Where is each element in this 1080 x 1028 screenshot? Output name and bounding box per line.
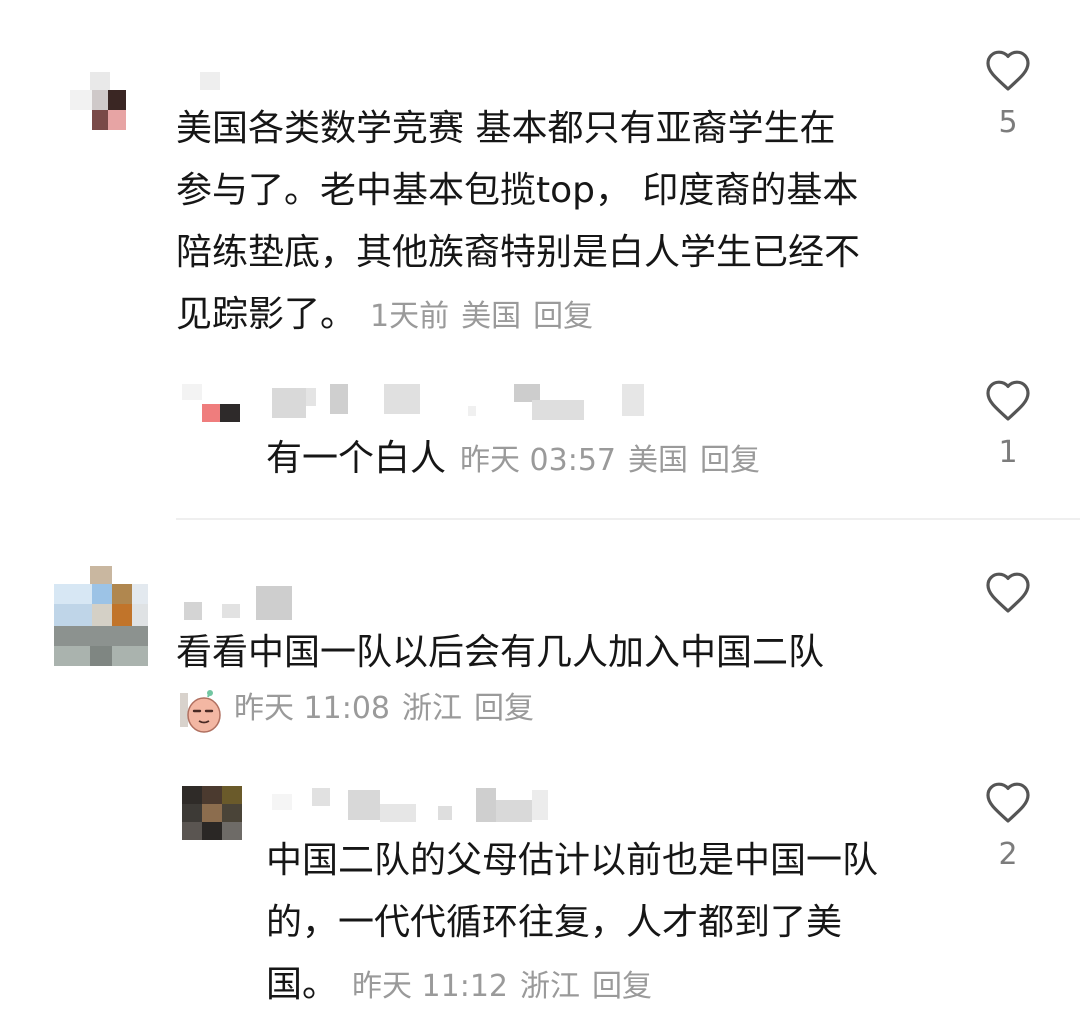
like-button[interactable]: 2 bbox=[973, 780, 1043, 872]
heart-outline-icon bbox=[986, 380, 1030, 421]
comment-text: 美国各类数学竞赛 基本都只有亚裔学生在 参与了。老中基本包揽top， 印度裔的基… bbox=[176, 108, 861, 335]
avatar[interactable] bbox=[182, 786, 244, 842]
like-button[interactable]: 5 bbox=[973, 48, 1043, 140]
avatar[interactable] bbox=[70, 72, 134, 132]
sticker-emoji-icon[interactable] bbox=[178, 687, 224, 733]
reply-button[interactable]: 回复 bbox=[592, 969, 652, 1004]
like-count: 2 bbox=[998, 837, 1018, 872]
reply-text: 中国二队的父母估计以前也是中国一队 的，一代代循环往复，人才都到了美 国。 昨天 … bbox=[266, 840, 879, 1005]
reply-button[interactable]: 回复 bbox=[700, 443, 760, 478]
username[interactable] bbox=[200, 72, 222, 94]
comment-time: 1天前 bbox=[370, 299, 450, 334]
comment-time: 昨天 11:08 bbox=[234, 691, 390, 726]
username[interactable] bbox=[272, 382, 664, 420]
username[interactable] bbox=[272, 786, 552, 826]
reply-location: 浙江 bbox=[520, 969, 581, 1004]
comment-text: 看看中国一队以后会有几人加入中国二队 bbox=[176, 632, 825, 673]
divider bbox=[176, 518, 1080, 520]
reply-text: 有一个白人 昨天 03:57 美国 回复 bbox=[266, 428, 772, 492]
username[interactable] bbox=[184, 586, 294, 622]
like-count: 5 bbox=[998, 105, 1018, 140]
like-count: 1 bbox=[998, 435, 1018, 470]
avatar[interactable] bbox=[54, 566, 148, 666]
comment-location: 美国 bbox=[461, 299, 522, 334]
comment-meta-row: 昨天 11:08 浙江 回复 bbox=[178, 684, 534, 734]
reply-time: 昨天 11:12 bbox=[352, 969, 509, 1004]
avatar[interactable] bbox=[182, 384, 242, 424]
reply-button[interactable]: 回复 bbox=[474, 691, 534, 726]
reply-meta: 昨天 11:12 浙江 回复 bbox=[352, 969, 664, 1004]
heart-outline-icon bbox=[986, 50, 1030, 91]
reply-time: 昨天 03:57 bbox=[460, 443, 617, 478]
reply-button[interactable]: 回复 bbox=[533, 299, 593, 334]
like-button[interactable] bbox=[973, 570, 1043, 628]
like-button[interactable]: 1 bbox=[973, 378, 1043, 470]
reply-location: 美国 bbox=[628, 443, 689, 478]
heart-outline-icon bbox=[986, 572, 1030, 613]
comment-meta: 1天前 美国 回复 bbox=[370, 299, 605, 334]
reply-meta: 昨天 03:57 美国 回复 bbox=[460, 443, 772, 478]
heart-outline-icon bbox=[986, 782, 1030, 823]
comment-location: 浙江 bbox=[402, 691, 462, 726]
